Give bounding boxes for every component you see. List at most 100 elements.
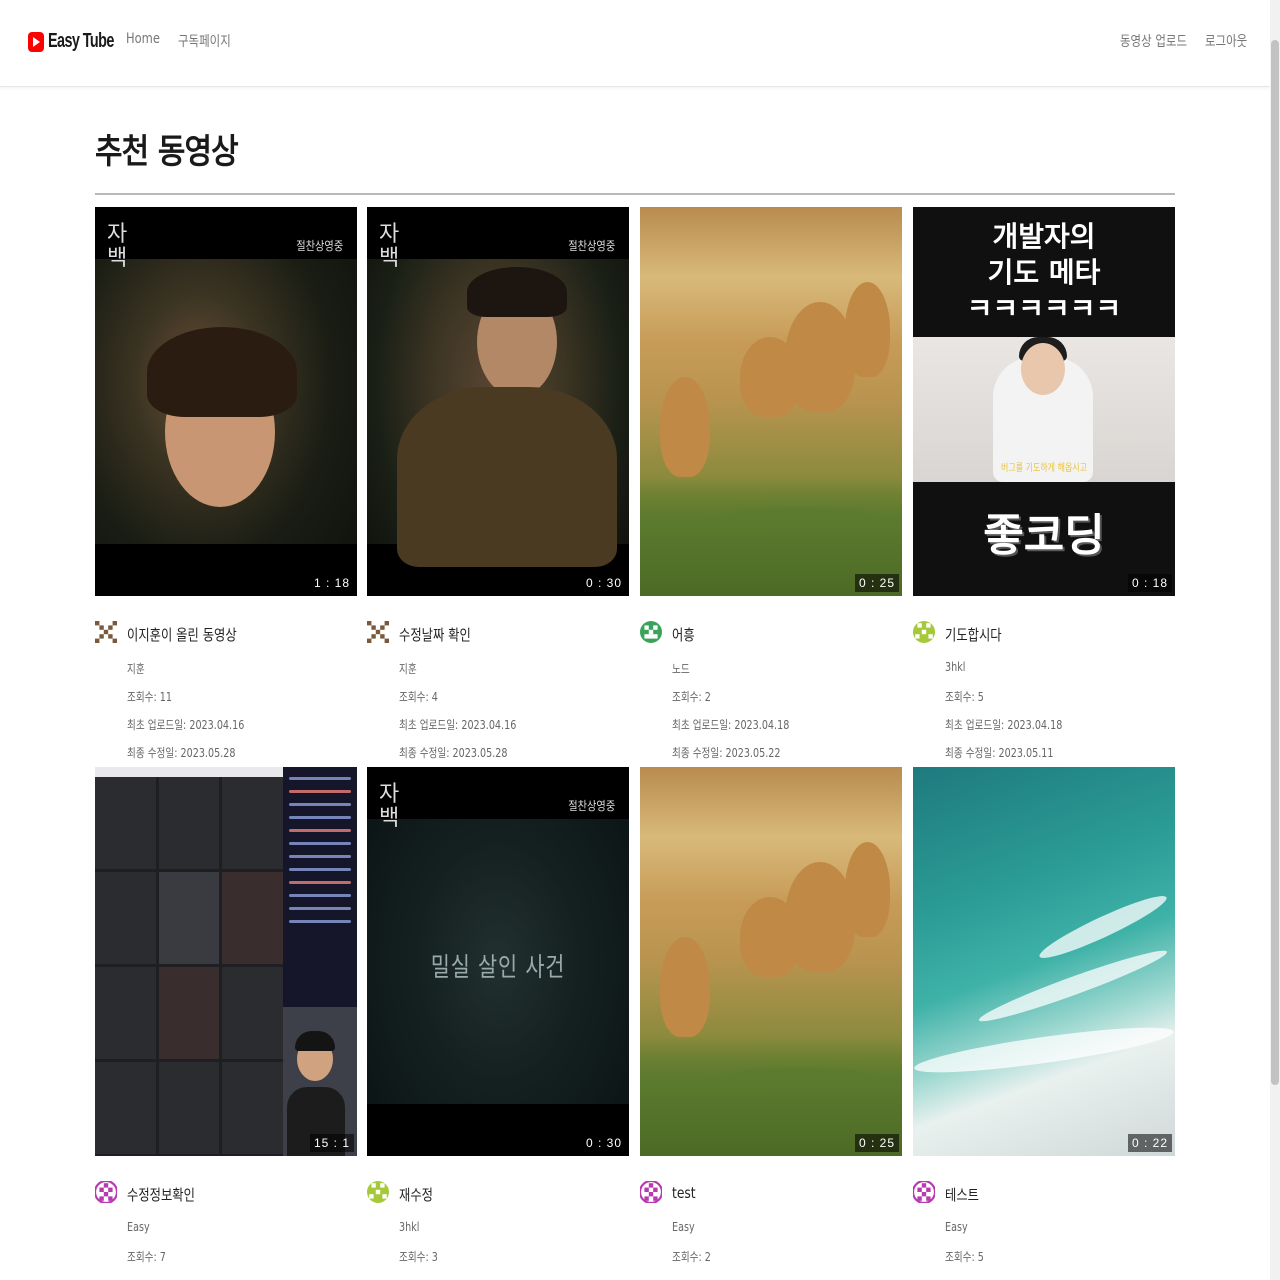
section-divider (95, 193, 1175, 195)
thumb-lion (845, 842, 890, 937)
duration-badge: 15 : 1 (309, 1134, 354, 1152)
video-title[interactable]: 수정날짜 확인 (399, 624, 471, 645)
section-title: 추천 동영상 (95, 132, 239, 172)
view-count: 조회수: 3 (399, 1250, 438, 1264)
identicon-avatar-icon[interactable] (367, 621, 389, 643)
thumb-browser-bar (95, 767, 283, 777)
channel-name[interactable]: 지훈 (127, 660, 145, 677)
identicon-avatar-icon[interactable] (640, 1181, 662, 1203)
video-thumbnail[interactable]: 0 : 25 (640, 767, 902, 1156)
top-navbar: Easy Tube Home 구독페이지 동영상 업로드 로그아웃 (0, 0, 1270, 87)
channel-name[interactable]: Easy (672, 1220, 695, 1234)
thumb-wave (975, 943, 1171, 1029)
modified-date: 최종 수정일: 2023.05.11 (945, 746, 1054, 760)
film-tag-text: 절찬상영중 (296, 239, 343, 253)
duration-badge: 1 : 18 (309, 574, 354, 592)
thumb-lion (785, 862, 855, 972)
film-tag-text: 절찬상영중 (568, 239, 615, 253)
thumb-plugin-grid (95, 777, 283, 1156)
thumb-chat (283, 767, 357, 1007)
duration-badge: 0 : 30 (581, 574, 626, 592)
thumb-lion (660, 937, 710, 1037)
brand-name: Easy Tube (48, 30, 114, 52)
thumb-headline: 개발자의 기도 메타 ㅋㅋㅋㅋㅋㅋ (966, 220, 1122, 325)
duration-badge: 0 : 25 (854, 1134, 899, 1152)
thumb-lion (785, 302, 855, 412)
channel-name[interactable]: 3hkl (945, 660, 965, 674)
thumb-lion (660, 377, 710, 477)
view-count: 조회수: 2 (672, 690, 711, 704)
upload-date: 최초 업로드일: 2023.04.18 (672, 718, 790, 732)
channel-name[interactable]: 지훈 (399, 660, 417, 677)
play-logo-icon (28, 31, 44, 52)
video-card[interactable]: 자백 절찬상영중 0 : 30 수정날짜 확인 지훈 조회수: 4 최초 업로드… (367, 207, 629, 760)
page-scrollbar[interactable] (1270, 0, 1280, 1280)
upload-date: 최초 업로드일: 2023.04.16 (127, 718, 245, 732)
video-card[interactable]: 자백 절찬상영중 밀실 살인 사건 0 : 30 재수정 3hkl 조회수: 3 (367, 767, 629, 1280)
identicon-avatar-icon[interactable] (913, 1181, 935, 1203)
channel-name[interactable]: Easy (127, 1220, 150, 1234)
thumb-hair (147, 327, 297, 417)
duration-badge: 0 : 18 (1127, 574, 1172, 592)
video-title[interactable]: 기도합시다 (945, 624, 1002, 645)
scrollbar-thumb[interactable] (1271, 40, 1279, 1085)
video-card[interactable]: 15 : 1 수정정보확인 Easy 조회수: 7 (95, 767, 357, 1280)
channel-name[interactable]: 3hkl (399, 1220, 419, 1234)
logout-link[interactable]: 로그아웃 (1205, 31, 1247, 51)
video-card[interactable]: 0 : 25 test Easy 조회수: 2 (640, 767, 902, 1280)
video-title[interactable]: 어흥 (672, 624, 695, 645)
video-card[interactable]: 0 : 25 어흥 노드 조회수: 2 최초 업로드일: 2023.04.18 … (640, 207, 902, 760)
film-logo-text: 자백 (379, 222, 400, 271)
upload-video-link[interactable]: 동영상 업로드 (1120, 31, 1187, 51)
video-card[interactable]: 0 : 22 테스트 Easy 조회수: 5 (913, 767, 1175, 1280)
video-title[interactable]: test (672, 1184, 696, 1202)
modified-date: 최종 수정일: 2023.05.28 (127, 746, 236, 760)
identicon-avatar-icon[interactable] (95, 621, 117, 643)
nav-home-link[interactable]: Home (126, 31, 160, 47)
view-count: 조회수: 4 (399, 690, 438, 704)
thumb-wave (913, 1018, 1175, 1082)
thumb-hair (467, 267, 567, 317)
identicon-avatar-icon[interactable] (640, 621, 662, 643)
video-thumbnail[interactable]: 0 : 22 (913, 767, 1175, 1156)
thumb-face (1021, 343, 1065, 395)
identicon-avatar-icon[interactable] (95, 1181, 117, 1203)
view-count: 조회수: 5 (945, 690, 984, 704)
modified-date: 최종 수정일: 2023.05.28 (399, 746, 508, 760)
brand-logo-link[interactable]: Easy Tube (28, 30, 139, 53)
video-title[interactable]: 테스트 (945, 1184, 979, 1205)
video-thumbnail[interactable]: 0 : 25 (640, 207, 902, 596)
thumb-lion (845, 282, 890, 377)
video-card[interactable]: 자백 절찬상영중 1 : 18 이지훈이 올린 동영상 지훈 조회수: 11 최… (95, 207, 357, 760)
thumb-center-text: 밀실 살인 사건 (430, 953, 566, 983)
duration-badge: 0 : 25 (854, 574, 899, 592)
identicon-avatar-icon[interactable] (367, 1181, 389, 1203)
video-title[interactable]: 수정정보확인 (127, 1184, 195, 1205)
duration-badge: 0 : 30 (581, 1134, 626, 1152)
modified-date: 최종 수정일: 2023.05.22 (672, 746, 781, 760)
nav-subscriptions-link[interactable]: 구독페이지 (178, 31, 231, 51)
view-count: 조회수: 5 (945, 1250, 984, 1264)
view-count: 조회수: 7 (127, 1250, 166, 1264)
view-count: 조회수: 11 (127, 690, 172, 704)
thumb-bottom-text: 좋코딩 (983, 510, 1105, 561)
film-tag-text: 절찬상영중 (568, 799, 615, 813)
thumb-caption: 버그를 기도하게 해옵시고 (1000, 463, 1088, 474)
video-card[interactable]: 개발자의 기도 메타 ㅋㅋㅋㅋㅋㅋ 버그를 기도하게 해옵시고 좋코딩 0 : … (913, 207, 1175, 760)
identicon-avatar-icon[interactable] (913, 621, 935, 643)
video-thumbnail[interactable]: 15 : 1 (95, 767, 357, 1156)
video-thumbnail[interactable]: 자백 절찬상영중 밀실 살인 사건 0 : 30 (367, 767, 629, 1156)
video-title[interactable]: 이지훈이 올린 동영상 (127, 624, 237, 645)
video-title[interactable]: 재수정 (399, 1184, 433, 1205)
video-thumbnail[interactable]: 자백 절찬상영중 1 : 18 (95, 207, 357, 596)
channel-name[interactable]: 노드 (672, 660, 690, 677)
video-thumbnail[interactable]: 개발자의 기도 메타 ㅋㅋㅋㅋㅋㅋ 버그를 기도하게 해옵시고 좋코딩 0 : … (913, 207, 1175, 596)
upload-date: 최초 업로드일: 2023.04.18 (945, 718, 1063, 732)
view-count: 조회수: 2 (672, 1250, 711, 1264)
thumb-coat (397, 387, 617, 567)
film-logo-text: 자백 (107, 222, 128, 271)
duration-badge: 0 : 22 (1127, 1134, 1172, 1152)
film-logo-text: 자백 (379, 782, 400, 831)
video-thumbnail[interactable]: 자백 절찬상영중 0 : 30 (367, 207, 629, 596)
channel-name[interactable]: Easy (945, 1220, 968, 1234)
